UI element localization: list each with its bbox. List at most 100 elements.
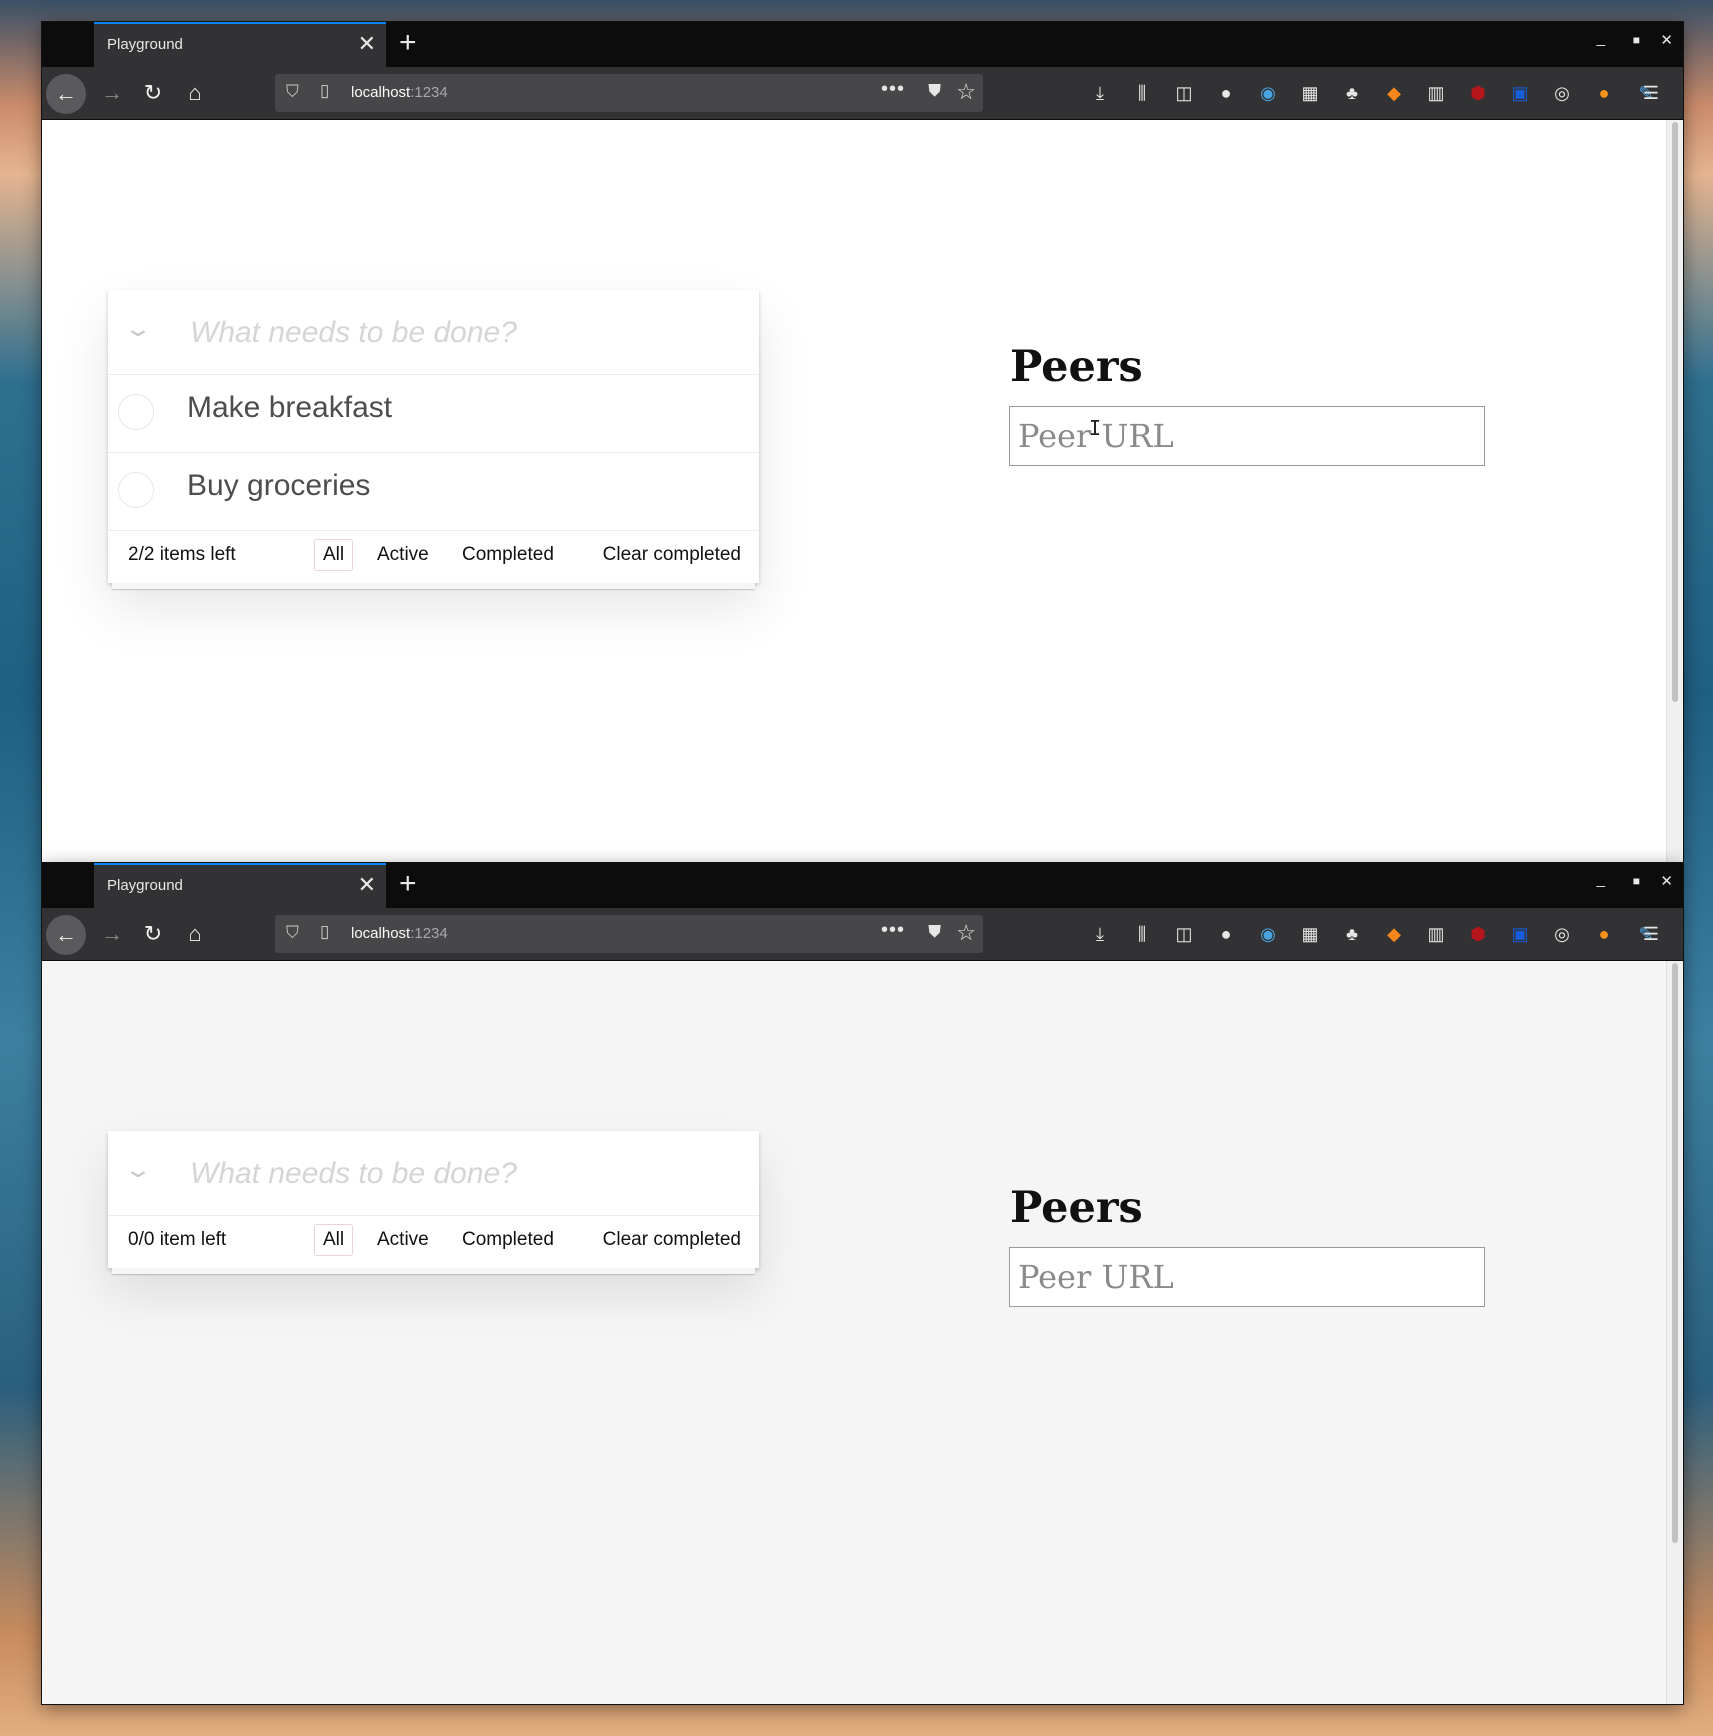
url-bar[interactable]: ⛉ ▯ localhost:1234 ••• ⛊ ☆ bbox=[275, 74, 983, 112]
filter-all[interactable]: All bbox=[314, 539, 354, 571]
url-port: :1234 bbox=[410, 84, 448, 101]
todo-label: Buy groceries bbox=[187, 469, 371, 502]
download-icon[interactable]: ⤓ bbox=[1086, 920, 1114, 948]
tab-playground[interactable]: Playground ✕ bbox=[94, 22, 386, 67]
coin-extension-icon[interactable]: ● bbox=[1590, 920, 1618, 948]
minimize-icon[interactable]: _ bbox=[1597, 871, 1605, 888]
grid-extension-icon[interactable]: ▥ bbox=[1422, 79, 1450, 107]
reload-icon[interactable]: ↻ bbox=[135, 75, 171, 111]
compass-extension-icon[interactable]: ◉ bbox=[1254, 79, 1282, 107]
minimize-icon[interactable]: _ bbox=[1597, 30, 1605, 47]
metamask-extension-icon[interactable]: ◆ bbox=[1380, 920, 1408, 948]
menu-icon[interactable]: ☰ bbox=[1637, 920, 1665, 948]
url-bar[interactable]: ⛉ ▯ localhost:1234 ••• ⛊ ☆ bbox=[275, 915, 983, 953]
filter-completed[interactable]: Completed bbox=[453, 539, 563, 571]
tab-playground[interactable]: Playground ✕ bbox=[94, 863, 386, 908]
todo-checkbox[interactable] bbox=[118, 394, 154, 430]
library-icon[interactable]: ⫼ bbox=[1128, 79, 1156, 107]
toggle-all-chevron-icon[interactable]: ⌄ bbox=[112, 316, 163, 348]
page-content: ⌄ 0/0 item left All Active Completed Cle… bbox=[42, 961, 1667, 1704]
back-icon[interactable]: ← bbox=[46, 74, 86, 114]
filter-completed[interactable]: Completed bbox=[453, 1224, 563, 1256]
scrollbar-thumb[interactable] bbox=[1672, 122, 1678, 702]
back-icon[interactable]: ← bbox=[46, 915, 86, 955]
stack-decoration bbox=[112, 1268, 755, 1274]
page-icon[interactable]: ▯ bbox=[320, 922, 329, 942]
eye-extension-icon[interactable]: ◎ bbox=[1548, 79, 1576, 107]
bitwarden-extension-icon[interactable]: ▣ bbox=[1506, 79, 1534, 107]
nav-bar: ← → ↻ ⌂ ⛉ ▯ localhost:1234 ••• ⛊ ☆ ⤓ ⫼ ◫ ● ◉… bbox=[42, 908, 1683, 961]
peer-url-input[interactable] bbox=[1009, 1247, 1485, 1307]
home-icon[interactable]: ⌂ bbox=[177, 75, 213, 111]
page-icon[interactable]: ▯ bbox=[320, 81, 329, 101]
account-icon[interactable]: ● bbox=[1212, 79, 1240, 107]
bitwarden-extension-icon[interactable]: ▣ bbox=[1506, 920, 1534, 948]
reload-icon[interactable]: ↻ bbox=[135, 916, 171, 952]
filter-all[interactable]: All bbox=[314, 1224, 354, 1256]
close-window-icon[interactable]: ✕ bbox=[1660, 872, 1673, 890]
sidebar-icon[interactable]: ◫ bbox=[1170, 920, 1198, 948]
url-port: :1234 bbox=[410, 925, 448, 942]
shield-icon[interactable]: ⛉ bbox=[286, 923, 299, 943]
toggle-all-chevron-icon[interactable]: ⌄ bbox=[112, 1157, 163, 1189]
gnome-extension-icon[interactable]: ♣ bbox=[1338, 920, 1366, 948]
url-host: localhost bbox=[351, 84, 411, 101]
todo-app: ⌄ Make breakfast Buy groceries 2/2 items… bbox=[108, 290, 759, 594]
grid-extension-icon[interactable]: ▥ bbox=[1422, 920, 1450, 948]
new-todo-input[interactable] bbox=[188, 1145, 742, 1203]
account-icon[interactable]: ● bbox=[1212, 920, 1240, 948]
bookmark-star-icon[interactable]: ☆ bbox=[956, 920, 976, 946]
clear-completed-button[interactable]: Clear completed bbox=[603, 544, 741, 566]
close-tab-icon[interactable]: ✕ bbox=[358, 32, 376, 56]
maximize-icon[interactable]: ■ bbox=[1633, 874, 1640, 888]
items-left-count: 0/0 item left bbox=[128, 1229, 227, 1250]
pocket-icon[interactable]: ⛊ bbox=[928, 922, 941, 942]
maximize-icon[interactable]: ■ bbox=[1633, 33, 1640, 47]
browser-window-1: Playground ✕ + _ ■ ✕ ← → ↻ ⌂ ⛉ ▯ localho… bbox=[42, 22, 1683, 863]
page-content: ⌄ Make breakfast Buy groceries 2/2 items… bbox=[42, 120, 1667, 863]
todo-app: ⌄ 0/0 item left All Active Completed Cle… bbox=[108, 1131, 759, 1279]
filter-active[interactable]: Active bbox=[368, 539, 438, 571]
bookmark-star-icon[interactable]: ☆ bbox=[956, 79, 976, 105]
scrollbar[interactable] bbox=[1666, 120, 1683, 863]
forward-icon[interactable]: → bbox=[94, 75, 130, 111]
apps-extension-icon[interactable]: ▦ bbox=[1296, 920, 1324, 948]
library-icon[interactable]: ⫼ bbox=[1128, 920, 1156, 948]
peer-url-input[interactable] bbox=[1009, 406, 1485, 466]
home-icon[interactable]: ⌂ bbox=[177, 916, 213, 952]
forward-icon[interactable]: → bbox=[94, 916, 130, 952]
shield-icon[interactable]: ⛉ bbox=[286, 82, 299, 102]
close-window-icon[interactable]: ✕ bbox=[1660, 31, 1673, 49]
ublock-extension-icon[interactable]: ⬢ bbox=[1464, 920, 1492, 948]
menu-icon[interactable]: ☰ bbox=[1637, 79, 1665, 107]
tab-title: Playground bbox=[107, 36, 183, 53]
new-tab-icon[interactable]: + bbox=[399, 26, 417, 60]
peers-heading: Peers bbox=[1010, 1183, 1143, 1233]
compass-extension-icon[interactable]: ◉ bbox=[1254, 920, 1282, 948]
more-actions-icon[interactable]: ••• bbox=[881, 78, 905, 101]
tab-bar: Playground ✕ + _ ■ ✕ bbox=[42, 22, 1683, 67]
download-icon[interactable]: ⤓ bbox=[1086, 79, 1114, 107]
more-actions-icon[interactable]: ••• bbox=[881, 919, 905, 942]
ublock-extension-icon[interactable]: ⬢ bbox=[1464, 79, 1492, 107]
apps-extension-icon[interactable]: ▦ bbox=[1296, 79, 1324, 107]
eye-extension-icon[interactable]: ◎ bbox=[1548, 920, 1576, 948]
pocket-icon[interactable]: ⛊ bbox=[928, 81, 941, 101]
filter-active[interactable]: Active bbox=[368, 1224, 438, 1256]
url-text[interactable]: localhost:1234 bbox=[351, 84, 448, 101]
todo-checkbox[interactable] bbox=[118, 472, 154, 508]
scrollbar[interactable] bbox=[1666, 961, 1683, 1704]
scrollbar-thumb[interactable] bbox=[1672, 963, 1678, 1543]
coin-extension-icon[interactable]: ● bbox=[1590, 79, 1618, 107]
new-todo-input[interactable] bbox=[188, 304, 742, 362]
stack-decoration bbox=[116, 589, 751, 594]
url-text[interactable]: localhost:1234 bbox=[351, 925, 448, 942]
close-tab-icon[interactable]: ✕ bbox=[358, 873, 376, 897]
new-tab-icon[interactable]: + bbox=[399, 867, 417, 901]
clear-completed-button[interactable]: Clear completed bbox=[603, 1229, 741, 1251]
sidebar-icon[interactable]: ◫ bbox=[1170, 79, 1198, 107]
metamask-extension-icon[interactable]: ◆ bbox=[1380, 79, 1408, 107]
todo-item: Buy groceries bbox=[108, 453, 759, 531]
todo-footer: 2/2 items left All Active Completed Clea… bbox=[108, 531, 759, 594]
gnome-extension-icon[interactable]: ♣ bbox=[1338, 79, 1366, 107]
